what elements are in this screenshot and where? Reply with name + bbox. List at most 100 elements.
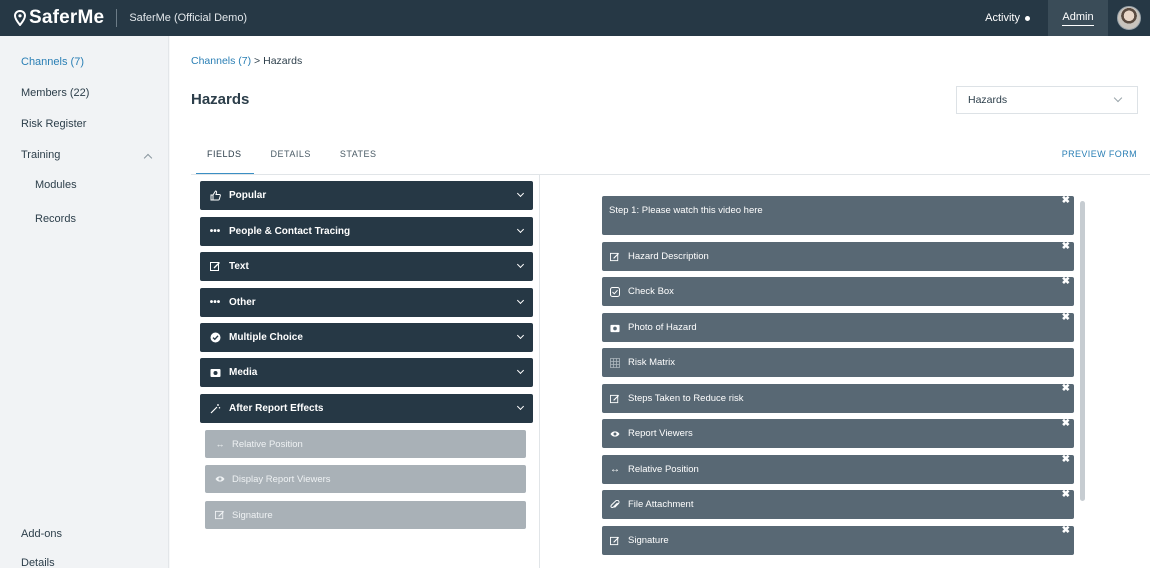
arrows-h-icon: ↔ (610, 464, 620, 475)
location-pin-icon (14, 10, 26, 26)
admin-tab[interactable]: Admin (1048, 0, 1108, 36)
remove-field-icon[interactable]: ✖ (1062, 525, 1070, 536)
tab-fields[interactable]: FIELDS (196, 141, 253, 175)
user-menu[interactable] (1108, 0, 1150, 36)
dots-icon: ••• (209, 226, 221, 237)
palette-item-label: Relative Position (232, 438, 303, 450)
channel-select-value: Hazards (968, 94, 1008, 106)
breadcrumb-current: Hazards (263, 55, 303, 67)
sidebar-item-details[interactable]: Details (21, 557, 55, 568)
category-after-report-effects[interactable]: After Report Effects (200, 394, 533, 423)
chevron-down-icon (516, 331, 525, 340)
edit-icon (609, 252, 621, 262)
remove-field-icon[interactable]: ✖ (1062, 489, 1070, 500)
sidebar-item-records[interactable]: Records (35, 213, 76, 225)
sidebar: Channels (7) Members (22) Risk Register … (0, 36, 169, 568)
palette-item-relative-position[interactable]: ↔ Relative Position (205, 430, 526, 458)
preview-form-link[interactable]: PREVIEW FORM (1062, 149, 1137, 159)
saferme-logo[interactable]: SaferMe (14, 7, 104, 29)
palette-item-signature[interactable]: Signature (205, 501, 526, 529)
arrows-h-icon: ↔ (215, 439, 225, 449)
chevron-down-icon (516, 366, 525, 375)
avatar[interactable] (1117, 6, 1141, 30)
edit-icon (609, 394, 621, 404)
chevron-down-icon (1113, 93, 1123, 103)
category-popular[interactable]: Popular (200, 181, 533, 210)
form-field-relative-position[interactable]: ↔ Relative Position ✖ (602, 454, 1074, 484)
edit-icon (209, 261, 221, 273)
breadcrumb: Channels (7) > Hazards (191, 55, 302, 67)
grid-icon (609, 357, 621, 368)
form-field-hazard-description[interactable]: Hazard Description ✖ (602, 241, 1074, 271)
main-content: Channels (7) > Hazards Hazards Hazards F… (170, 36, 1150, 568)
form-field-photo-of-hazard[interactable]: Photo of Hazard ✖ (602, 312, 1074, 342)
tab-states[interactable]: STATES (340, 141, 377, 175)
breadcrumb-channels-link[interactable]: Channels (7) (191, 55, 251, 67)
chevron-down-icon (516, 260, 525, 269)
chevron-down-icon (516, 189, 525, 198)
category-label: People & Contact Tracing (229, 226, 351, 237)
category-media[interactable]: Media (200, 358, 533, 387)
thumbs-up-icon (209, 190, 221, 202)
topbar-divider (116, 9, 118, 27)
category-other[interactable]: ••• Other (200, 288, 533, 317)
form-field-report-viewers[interactable]: Report Viewers ✖ (602, 418, 1074, 448)
activity-indicator-icon (1025, 15, 1030, 21)
remove-field-icon[interactable]: ✖ (1062, 454, 1070, 465)
remove-field-icon[interactable]: ✖ (1062, 276, 1070, 287)
form-field-risk-matrix[interactable]: Risk Matrix (602, 348, 1074, 377)
remove-field-icon[interactable]: ✖ (1062, 195, 1070, 206)
form-field-label: Report Viewers (628, 428, 693, 439)
category-label: Media (229, 367, 258, 378)
edit-icon (214, 510, 226, 520)
chevron-down-icon (516, 402, 525, 411)
page-title: Hazards (191, 91, 250, 108)
paperclip-icon (609, 499, 621, 510)
tabs: FIELDS DETAILS STATES (196, 141, 406, 175)
sidebar-item-addons[interactable]: Add-ons (21, 528, 62, 540)
eye-icon (214, 475, 226, 483)
chevron-up-icon[interactable] (143, 153, 153, 163)
palette-item-display-report-viewers[interactable]: Display Report Viewers (205, 465, 526, 493)
magic-wand-icon (209, 403, 221, 415)
field-palette: Popular ••• People & Contact Tracing Tex… (170, 175, 540, 568)
category-text[interactable]: Text (200, 252, 533, 281)
sidebar-item-modules[interactable]: Modules (35, 179, 77, 191)
category-people-contact-tracing[interactable]: ••• People & Contact Tracing (200, 217, 533, 246)
remove-field-icon[interactable]: ✖ (1062, 383, 1070, 394)
form-field-steps-taken[interactable]: Steps Taken to Reduce risk ✖ (602, 383, 1074, 413)
camera-icon (609, 323, 621, 333)
palette-item-label: Signature (232, 509, 273, 521)
activity-link[interactable]: Activity (985, 12, 1030, 24)
tab-details[interactable]: DETAILS (271, 141, 311, 175)
remove-field-icon[interactable]: ✖ (1062, 312, 1070, 323)
category-label: Other (229, 297, 256, 308)
sidebar-item-channels[interactable]: Channels (7) (21, 56, 84, 68)
logo-text: SaferMe (29, 7, 105, 28)
form-field-label: File Attachment (628, 499, 694, 510)
category-multiple-choice[interactable]: Multiple Choice (200, 323, 533, 352)
check-circle-icon (209, 332, 221, 344)
eye-icon (609, 430, 621, 438)
sidebar-item-risk-register[interactable]: Risk Register (21, 118, 86, 130)
sidebar-item-training[interactable]: Training (21, 149, 60, 161)
form-scrollbar[interactable] (1080, 201, 1085, 501)
camera-icon (209, 367, 221, 379)
sidebar-item-members[interactable]: Members (22) (21, 87, 89, 99)
form-field-signature[interactable]: Signature ✖ (602, 525, 1074, 555)
form-field-file-attachment[interactable]: File Attachment ✖ (602, 489, 1074, 519)
remove-field-icon[interactable]: ✖ (1062, 418, 1070, 429)
breadcrumb-separator: > (254, 55, 261, 67)
form-canvas: Step 1: Please watch this video here ✖ H… (541, 175, 1150, 568)
form-field-step-1[interactable]: Step 1: Please watch this video here ✖ (602, 195, 1074, 235)
remove-field-icon[interactable]: ✖ (1062, 241, 1070, 252)
form-field-label: Photo of Hazard (628, 322, 697, 333)
checkbox-icon (609, 286, 621, 297)
chevron-down-icon (516, 296, 525, 305)
channel-select[interactable]: Hazards (956, 86, 1138, 114)
form-field-label: Risk Matrix (628, 357, 675, 368)
form-field-label: Steps Taken to Reduce risk (628, 393, 744, 404)
category-label: Multiple Choice (229, 332, 303, 343)
form-field-label: Signature (628, 535, 669, 546)
form-field-check-box[interactable]: Check Box ✖ (602, 276, 1074, 306)
